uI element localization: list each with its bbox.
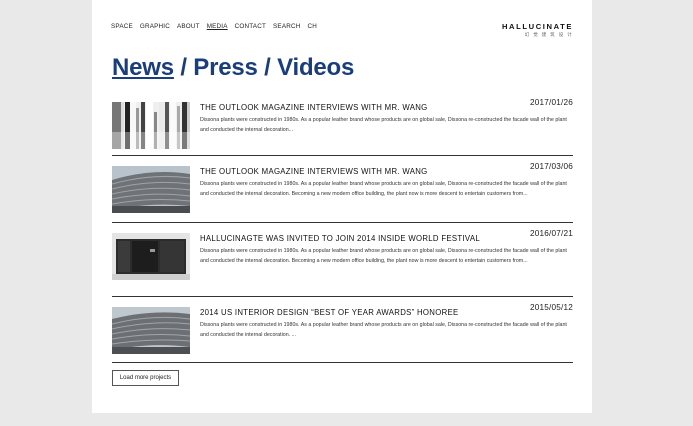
brand-logo[interactable]: HALLUCINATE 幻 觉 建 筑 设 计 [502,22,573,38]
content-card: SPACE GRAPHIC ABOUT MEDIA CONTACT SEARCH… [92,0,592,413]
page-title: News / Press / Videos [112,54,354,82]
article-title[interactable]: THE OUTLOOK MAGAZINE INTERVIEWS WITH MR.… [200,103,428,112]
news-link[interactable]: News [112,54,174,81]
article-item: HALLUCINAGTE WAS INVITED TO JOIN 2014 IN… [112,226,573,297]
nav-about[interactable]: ABOUT [177,23,200,30]
nav-media[interactable]: MEDIA [207,23,228,30]
article-thumbnail[interactable] [112,166,190,213]
article-thumbnail[interactable] [112,233,190,280]
article-description: Dissona plants were constructed in 1980s… [200,117,567,133]
page-title-rest: / Press / Videos [173,54,355,81]
load-more-button[interactable]: Load more projects [112,370,179,386]
nav-search[interactable]: SEARCH [273,23,300,30]
nav-language-ch[interactable]: CH [307,23,317,30]
nav-space[interactable]: SPACE [111,23,133,30]
nav-contact[interactable]: CONTACT [235,23,266,30]
article-thumbnail[interactable] [112,102,190,149]
article-item: THE OUTLOOK MAGAZINE INTERVIEWS WITH MR.… [112,159,573,223]
article-date: 2017/01/26 [530,98,573,107]
article-title[interactable]: THE OUTLOOK MAGAZINE INTERVIEWS WITH MR.… [200,167,428,176]
article-title[interactable]: 2014 US INTERIOR DESIGN “BEST OF YEAR AW… [200,308,459,317]
article-description: Dissona plants were constructed in 1980s… [200,248,567,264]
main-nav: SPACE GRAPHIC ABOUT MEDIA CONTACT SEARCH… [111,23,317,30]
logo-subtitle: 幻 觉 建 筑 设 计 [524,32,573,37]
article-item: 2014 US INTERIOR DESIGN “BEST OF YEAR AW… [112,300,573,363]
article-date: 2016/07/21 [530,229,573,238]
article-item: THE OUTLOOK MAGAZINE INTERVIEWS WITH MR.… [112,95,573,156]
logo-wordmark: HALLUCINATE [501,22,573,31]
nav-graphic[interactable]: GRAPHIC [140,23,170,30]
article-description: Dissona plants were constructed in 1980s… [200,322,567,338]
article-date: 2017/03/06 [530,162,573,171]
article-date: 2015/05/12 [530,303,573,312]
article-thumbnail[interactable] [112,307,190,354]
article-title[interactable]: HALLUCINAGTE WAS INVITED TO JOIN 2014 IN… [200,234,480,243]
article-description: Dissona plants were constructed in 1980s… [200,181,567,197]
article-list: THE OUTLOOK MAGAZINE INTERVIEWS WITH MR.… [112,95,573,366]
